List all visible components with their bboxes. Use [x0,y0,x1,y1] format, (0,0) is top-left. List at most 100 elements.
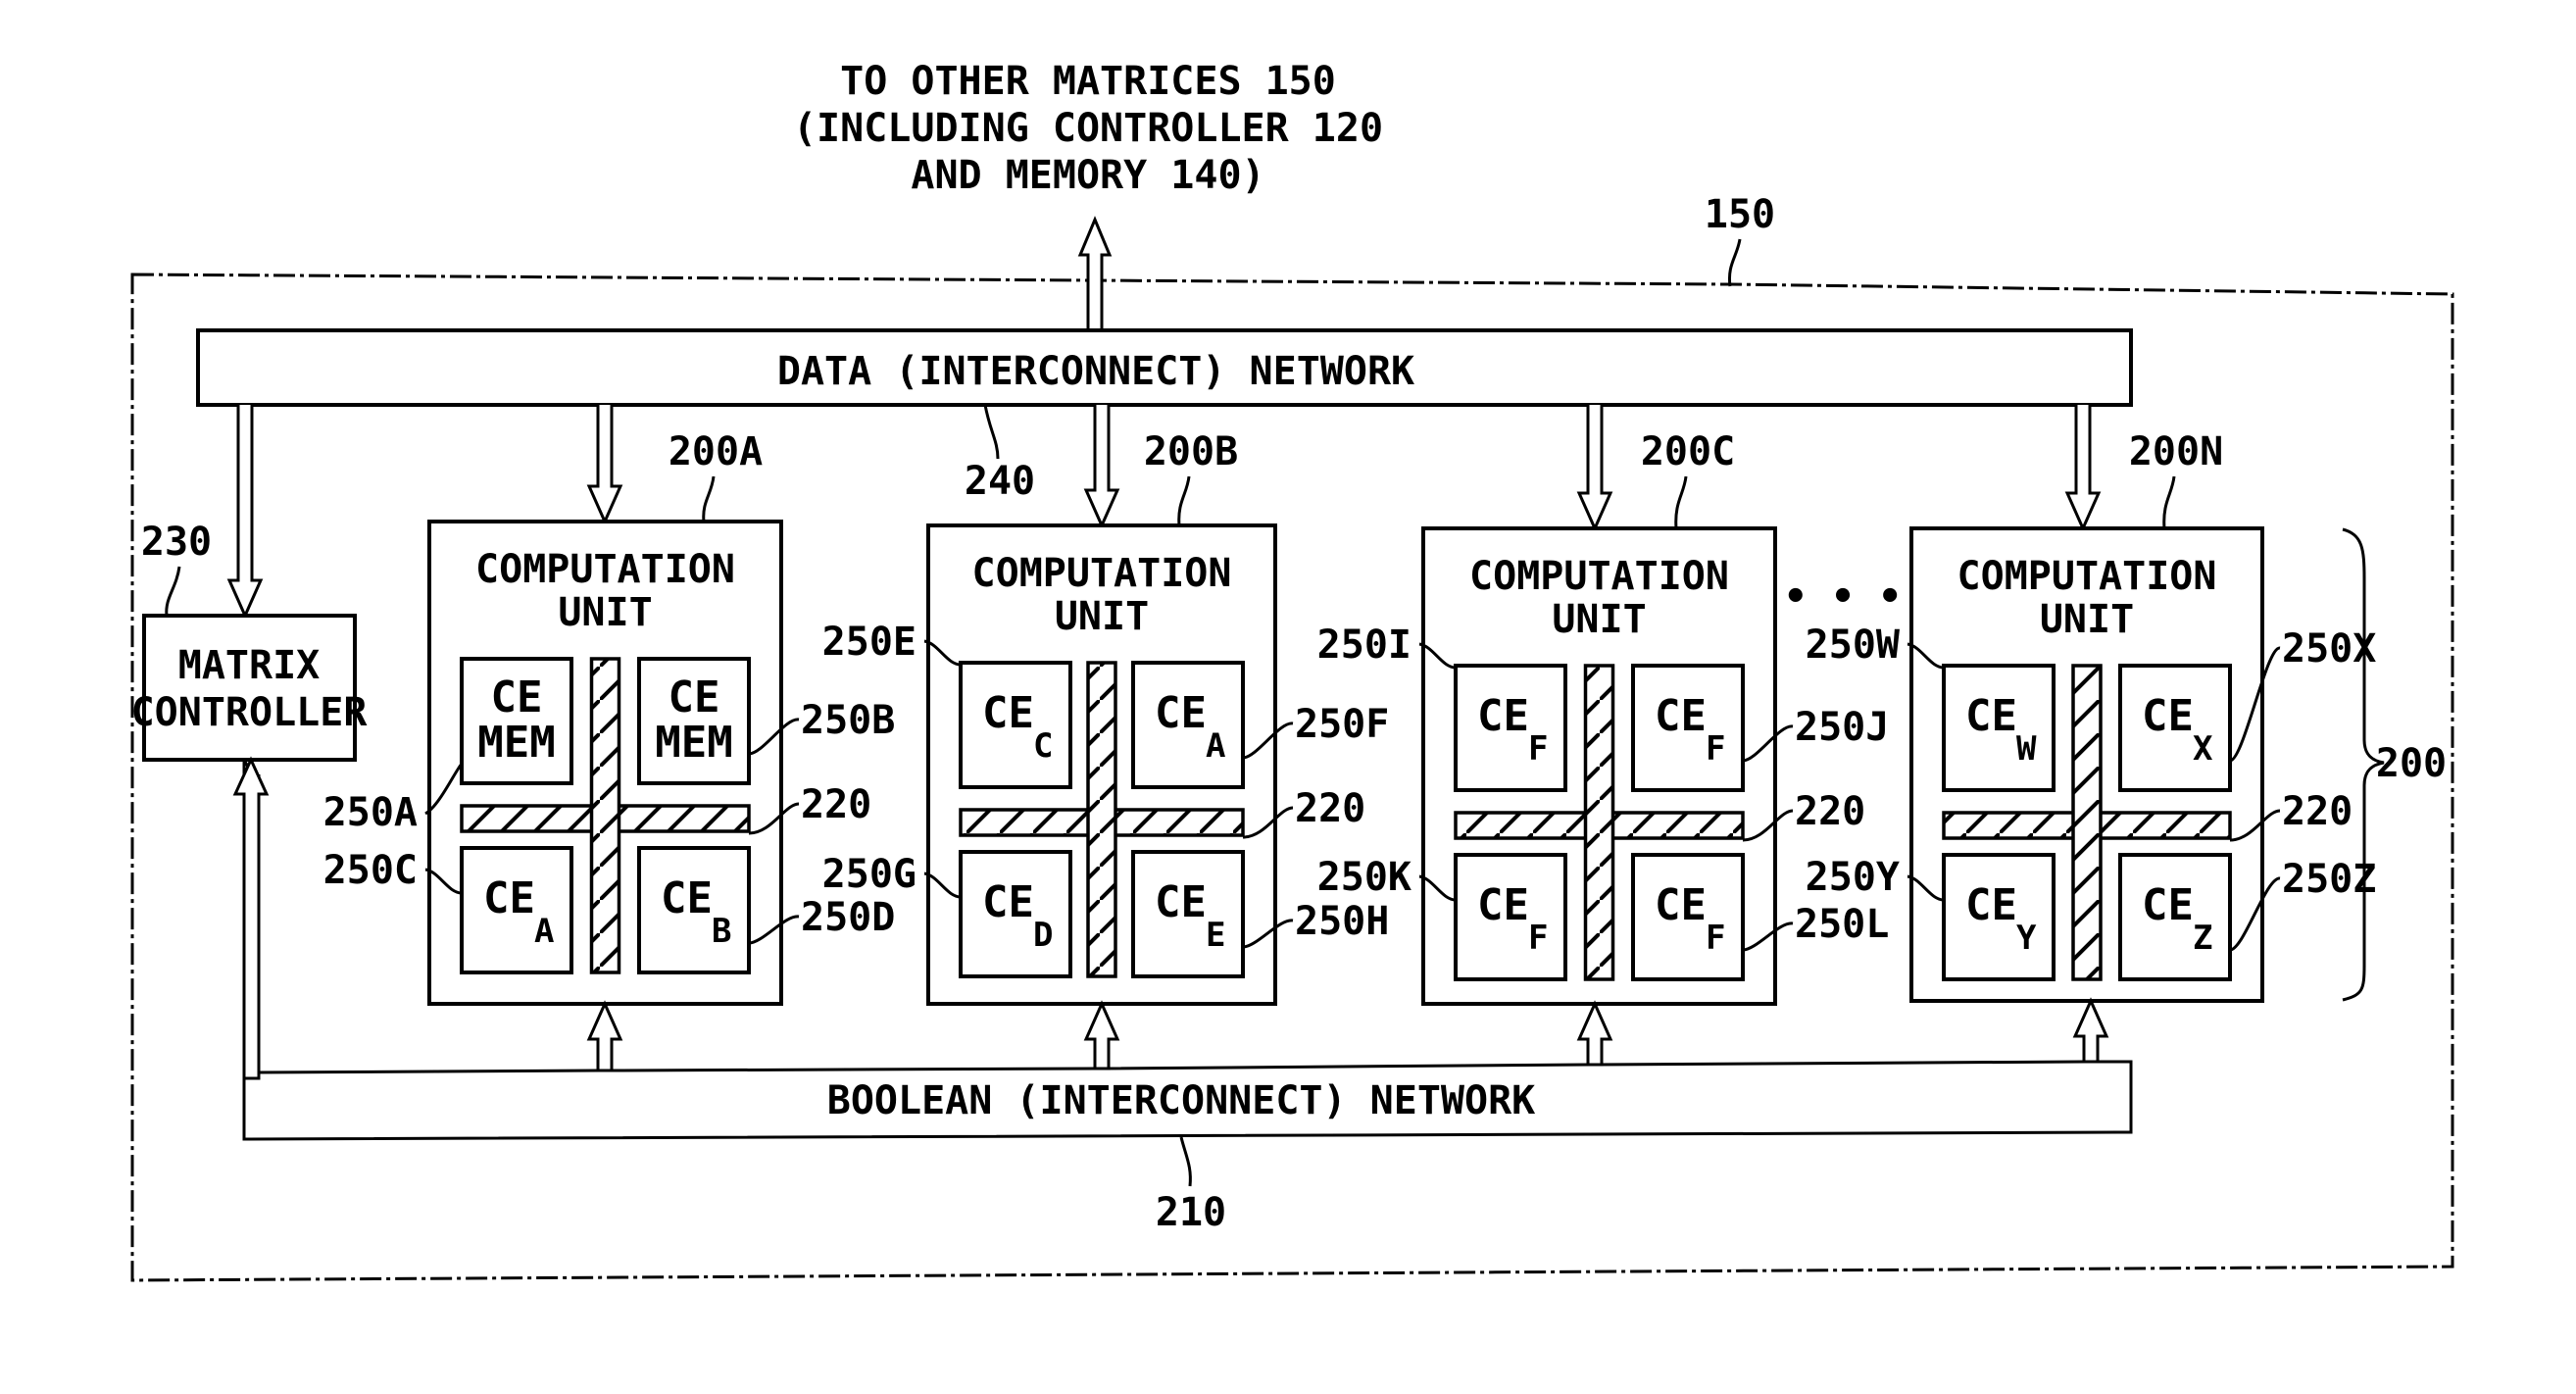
computation-unit-ref-leader [702,475,716,523]
compute-element-ref-label: 250H [1295,899,1389,944]
compute-element-subscript: Y [2016,919,2037,958]
compute-element-ref-label: 250J [1795,705,1889,750]
boolean-network-label: BOOLEAN (INTERCONNECT) NETWORK [827,1078,1535,1123]
compute-element-subscript: F [1528,919,1548,958]
computation-unit-title-2: UNIT [1552,597,1646,642]
compute-element-label: CE [1155,877,1207,927]
compute-element-ref-label: 250D [801,895,895,940]
compute-element-subscript: A [534,912,554,951]
compute-element-label: CE [661,873,713,923]
compute-element-label: CE [982,877,1034,927]
compute-element-ref-label: 250W [1806,622,1901,668]
computation-unit-ref-leader [2162,475,2176,529]
computation-unit-title-1: COMPUTATION [1469,554,1729,599]
interconnect-vertical [589,657,621,974]
compute-element-label: CE [982,688,1034,738]
computation-unit-200a: COMPUTATIONUNIT200ACEMEM250ACEMEM 250BCEA… [323,429,895,1006]
computation-units: COMPUTATIONUNIT200ACEMEM250ACEMEM 250BCEA… [323,429,2376,1006]
compute-element-label: CE [1655,880,1707,930]
computation-unit-200c: COMPUTATIONUNIT200CCEF250ICEF 250JCEF250K… [1317,429,1889,1006]
compute-element-subscript: Z [2193,919,2212,958]
interconnect-ref-label: 220 [2282,789,2353,834]
data-network-label: DATA (INTERCONNECT) NETWORK [777,349,1414,394]
data-link-200N [2064,405,2102,532]
compute-element-label: CE [2142,691,2194,741]
interconnect-vertical [1583,664,1615,981]
compute-element-ref-label: 250X [2282,626,2376,672]
compute-element-label: CE [483,873,535,923]
compute-element-label: CE [1965,691,2017,741]
matrix-controller-label-2: CONTROLLER [131,690,369,735]
compute-element-subscript: C [1033,726,1053,766]
data-link-controller [226,405,264,620]
external-label-line-2: (INCLUDING CONTROLLER 120 [793,106,1383,151]
computation-unit-ref-leader [1674,475,1688,529]
compute-element-subscript: F [1706,919,1725,958]
matrix-controller-ref-label: 230 [141,520,212,565]
external-link-arrow [1077,216,1113,332]
boolean-network-ref-label: 210 [1156,1190,1226,1235]
interconnect-ref-label: 220 [801,782,871,827]
computation-unit-title-2: UNIT [1055,594,1149,639]
data-link-200A [586,405,623,525]
more-units-ellipsis: • • • [1784,574,1902,620]
units-group-ref-label: 200 [2376,741,2447,786]
boolean-link-200A [586,1000,623,1072]
computation-unit-title-2: UNIT [2040,597,2134,642]
data-network-ref-leader [983,404,1000,460]
compute-element-subscript: E [1206,916,1225,955]
computation-unit-title-2: UNIT [558,590,652,635]
boolean-link-200C [1576,1000,1613,1067]
compute-element-label: CE [2142,880,2194,930]
compute-element-label: CE [491,672,543,722]
matrix-controller-label-1: MATRIX [178,643,321,688]
external-label-line-3: AND MEMORY 140) [911,153,1264,198]
computation-unit-ref-label: 200B [1144,429,1238,474]
compute-element-subscript: X [2193,729,2213,769]
compute-element-ref-label: 250E [822,620,916,665]
compute-element-subscript: F [1528,729,1548,769]
compute-element-ref-label: 250Y [1806,855,1900,900]
compute-element-label: CE [1965,880,2017,930]
compute-element-ref-label: 250Z [2282,857,2376,902]
external-label: TO OTHER MATRICES 150 (INCLUDING CONTROL… [793,59,1383,198]
compute-element-subscript: B [712,912,731,951]
compute-element-label: CE [1477,691,1529,741]
compute-element-ref-label: 250F [1295,702,1389,747]
computation-unit-title-1: COMPUTATION [475,547,735,592]
compute-element-label-2: MEM [477,718,555,768]
compute-element-ref-label: 250K [1317,855,1412,900]
computation-unit-ref-label: 200A [669,429,763,474]
interconnect-vertical [1086,661,1117,978]
computation-unit-ref-label: 200N [2129,429,2223,474]
compute-element-label: CE [669,672,720,722]
compute-element-ref-label: 250G [822,852,916,897]
data-link-200C [1576,405,1613,532]
compute-element-ref-label: 250B [801,698,895,743]
external-label-line-1: TO OTHER MATRICES 150 [840,59,1336,104]
compute-element-subscript: D [1033,916,1053,955]
interconnect-ref-label: 220 [1795,789,1865,834]
boolean-link-200B [1083,1000,1120,1070]
matrix-ref-label: 150 [1705,192,1775,237]
boolean-link-200N [2072,997,2109,1064]
computation-unit-title-1: COMPUTATION [972,551,1232,596]
compute-element-ref-label: 250L [1795,902,1889,947]
compute-element-ref-label: 250C [323,848,418,893]
interconnect-vertical [2071,664,2103,981]
computation-unit-ref-label: 200C [1641,429,1735,474]
compute-element-label-2: MEM [655,718,732,768]
computation-matrix-diagram: TO OTHER MATRICES 150 (INCLUDING CONTROL… [130,59,2454,1282]
compute-element-ref-label: 250I [1317,622,1412,668]
computation-unit-ref-leader [1177,475,1191,526]
interconnect-ref-label: 220 [1295,786,1365,831]
matrix-controller-ref-leader [165,566,181,617]
compute-element-label: CE [1655,691,1707,741]
data-network-ref-label: 240 [965,459,1035,504]
compute-element-subscript: A [1206,726,1225,766]
compute-element-ref-label: 250A [323,790,418,835]
compute-element-label: CE [1477,880,1529,930]
data-link-200B [1083,405,1120,529]
compute-element-subscript: W [2016,729,2037,769]
computation-unit-200n: COMPUTATIONUNIT200NCEW250WCEX250XCEY250Y… [1806,429,2376,1003]
